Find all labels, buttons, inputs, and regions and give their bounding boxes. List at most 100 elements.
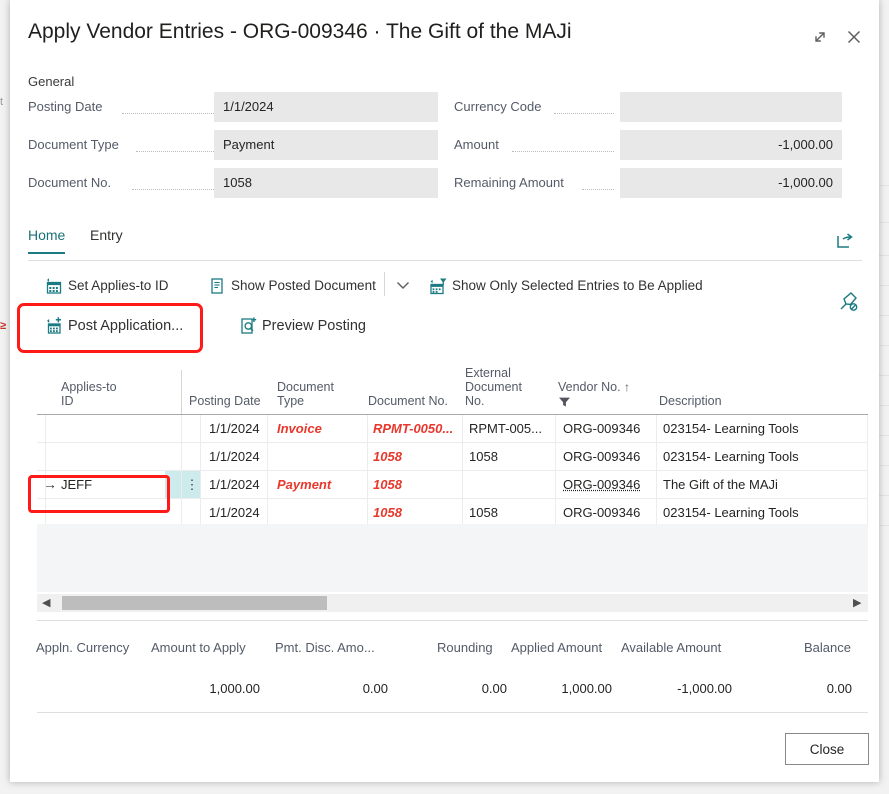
cell-document-no[interactable]: RPMT-0050... [373,415,459,442]
table-row[interactable]: 1/1/2024 Invoice RPMT-0050... RPMT-005..… [37,415,868,443]
cell-posting-date[interactable]: 1/1/2024 [209,471,265,498]
field-posting-date: Posting Date 1/1/2024 [28,92,458,122]
apply-vendor-entries-dialog: Apply Vendor Entries - ORG-009346 · The … [10,0,879,782]
cell-vendor-no[interactable]: ORG-009346 [563,443,653,470]
row-context-menu-icon[interactable]: ⋮ [185,471,199,498]
field-document-type: Document Type Payment [28,130,458,160]
footer-divider [37,712,868,713]
expand-icon[interactable] [805,22,835,52]
chevron-down-icon[interactable] [392,274,414,296]
scroll-left-icon[interactable]: ◀ [42,598,50,609]
table-row-selected[interactable]: → JEFF ⋮ 1/1/2024 Payment 1058 ORG-00934… [37,471,868,499]
sort-ascending-icon: ↑ [624,380,631,394]
document-type-input[interactable]: Payment [214,130,438,160]
background-text: ≥ [0,320,7,332]
command-label: Set Applies-to ID [68,278,169,293]
column-header-document-type[interactable]: Document Type [277,380,334,408]
field-label: Posting Date [28,99,103,114]
total-value-pmt-disc-amount: 0.00 [362,681,388,696]
cell-external-document-no[interactable]: 1058 [469,499,553,526]
cell-description[interactable]: 023154- Learning Tools [663,443,863,470]
total-header-rounding: Rounding [437,640,493,655]
cell-applies-to-id[interactable] [53,499,177,526]
tab-home[interactable]: Home [28,222,66,254]
close-button[interactable]: Close [785,733,869,765]
cell-description[interactable]: 023154- Learning Tools [663,499,863,526]
posting-date-input[interactable]: 1/1/2024 [214,92,438,122]
show-posted-document-button[interactable]: Show Posted Document [207,273,376,299]
column-header-vendor-no[interactable]: Vendor No. ↑ [558,380,630,408]
cell-document-no[interactable]: 1058 [373,499,459,526]
share-icon[interactable] [833,228,857,255]
close-icon[interactable] [839,22,869,52]
leader-dots [122,113,214,115]
total-header-balance: Balance [804,640,851,655]
leader-dots [554,113,614,115]
ribbon-tabstrip: Home Entry [28,222,862,254]
header-line-1: Applies-to [61,380,117,394]
preview-posting-button[interactable]: Preview Posting [238,313,366,339]
cell-document-type[interactable] [277,499,363,526]
command-label: Preview Posting [262,318,366,334]
grid-header-row: Applies-to ID Posting Date Document Type… [37,362,868,415]
general-section-title: General [28,74,75,89]
cell-document-no[interactable]: 1058 [373,471,459,498]
column-header-posting-date[interactable]: Posting Date [189,394,261,408]
table-row[interactable]: 1/1/2024 1058 1058 ORG-009346 023154- Le… [37,499,868,527]
total-value-applied-amount: 1,000.00 [561,681,612,696]
cell-external-document-no[interactable]: RPMT-005... [469,415,553,442]
cell-posting-date[interactable]: 1/1/2024 [209,499,265,526]
header-divider [181,370,182,414]
scrollbar-thumb[interactable] [62,596,327,610]
total-header-pmt-disc-amount: Pmt. Disc. Amo... [275,640,375,655]
field-amount: Amount -1,000.00 [454,130,864,160]
header-line-3: No. [465,394,485,408]
column-header-document-no[interactable]: Document No. [368,394,448,408]
scroll-right-icon[interactable]: ▶ [853,598,861,609]
post-application-button[interactable]: Post Application... [44,313,183,339]
table-row[interactable]: 1/1/2024 1058 1058 ORG-009346 023154- Le… [37,443,868,471]
background-text: t [0,96,4,108]
field-label-text: Amount [454,137,499,152]
column-header-applies-to-id[interactable]: Applies-to ID [61,380,117,408]
leader-dots [132,189,214,191]
cell-description[interactable]: The Gift of the MAJi [663,471,863,498]
cell-vendor-no[interactable]: ORG-009346 [563,415,653,442]
header-line-2: Document [465,380,522,394]
cell-applies-to-id[interactable]: JEFF [53,471,163,498]
set-applies-to-id-button[interactable]: Set Applies-to ID [44,273,169,299]
field-label-text: Remaining Amount [454,175,564,190]
command-label: Show Posted Document [231,278,376,293]
cell-vendor-no[interactable]: ORG-009346 [563,471,653,498]
unpin-icon[interactable] [837,290,861,317]
cell-document-type[interactable] [277,443,363,470]
cell-external-document-no[interactable]: 1058 [469,443,553,470]
cell-applies-to-id[interactable] [53,443,177,470]
cell-posting-date[interactable]: 1/1/2024 [209,415,265,442]
tab-entry[interactable]: Entry [90,222,123,252]
ribbon-group-divider [384,272,385,296]
amount-input[interactable]: -1,000.00 [620,130,842,160]
command-label: Post Application... [68,318,184,334]
header-line-1: Vendor No. ↑ [558,380,630,394]
cell-document-type[interactable]: Payment [277,471,363,498]
header-line-2: Type [277,394,305,408]
cell-vendor-no[interactable]: ORG-009346 [563,499,653,526]
post-application-icon [44,316,64,336]
remaining-amount-input[interactable]: -1,000.00 [620,168,842,198]
show-only-selected-entries-button[interactable]: Show Only Selected Entries to Be Applied [428,273,703,299]
currency-code-input[interactable] [620,92,842,122]
cell-applies-to-id[interactable] [53,415,177,442]
cell-description[interactable]: 023154- Learning Tools [663,415,863,442]
column-header-external-document-no[interactable]: External Document No. [465,366,522,408]
cell-external-document-no[interactable] [469,471,553,498]
horizontal-scrollbar[interactable]: ◀ ▶ [37,594,868,612]
page-title: Apply Vendor Entries - ORG-009346 · The … [28,20,572,43]
cell-document-no[interactable]: 1058 [373,443,459,470]
command-label: Show Only Selected Entries to Be Applied [452,278,703,293]
filter-icon[interactable] [558,394,630,408]
column-header-description[interactable]: Description [659,394,722,408]
document-no-input[interactable]: 1058 [214,168,438,198]
cell-posting-date[interactable]: 1/1/2024 [209,443,265,470]
cell-document-type[interactable]: Invoice [277,415,363,442]
